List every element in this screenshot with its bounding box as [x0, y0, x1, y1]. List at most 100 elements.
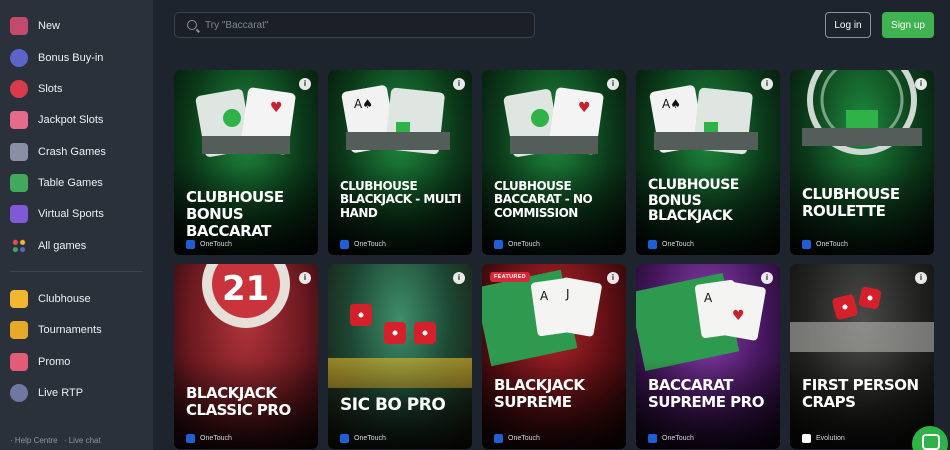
sidebar-item-crash-games[interactable]: Crash Games	[10, 140, 146, 164]
sidebar-item-label: All games	[38, 240, 87, 252]
provider-logo-icon	[186, 434, 195, 443]
search-icon	[187, 20, 197, 30]
sidebar-divider	[10, 271, 143, 272]
info-icon[interactable]: i	[915, 272, 927, 284]
gamepad-icon	[10, 205, 28, 223]
info-icon[interactable]: i	[607, 78, 619, 90]
trophy-icon	[10, 321, 28, 339]
provider-logo-icon	[648, 240, 657, 249]
live-chat-link[interactable]: · Live chat	[64, 436, 101, 445]
svg-text:21: 21	[222, 269, 269, 309]
provider-label: OneTouch	[494, 434, 540, 443]
sidebar-item-label: Live RTP	[38, 387, 84, 399]
sidebar-item-label: Slots	[38, 83, 63, 95]
svg-text:J: J	[565, 287, 570, 301]
svg-text:♥: ♥	[732, 308, 745, 324]
signup-button[interactable]: Sign up	[882, 12, 934, 38]
coin-icon	[10, 49, 28, 67]
sidebar: New Bonus Buy-in Slots Jackpot Slots Cra…	[0, 0, 153, 450]
info-icon[interactable]: i	[453, 78, 465, 90]
jackpot-icon	[10, 111, 28, 129]
sidebar-item-label: Crash Games	[38, 146, 106, 158]
provider-label: OneTouch	[340, 240, 386, 249]
game-title: Sic Bo Pro	[340, 395, 446, 415]
game-title: Clubhouse Baccarat - No Commission	[494, 179, 593, 220]
svg-text:♥: ♥	[578, 100, 591, 116]
game-title: Clubhouse Blackjack - Multi Hand	[340, 179, 461, 220]
provider-logo-icon	[802, 434, 811, 443]
chat-bubble-icon[interactable]	[912, 426, 948, 450]
info-icon[interactable]: i	[607, 272, 619, 284]
game-card-blackjack-classic-pro[interactable]: 21 i Blackjack Classic Pro OneTouch	[174, 264, 318, 449]
game-card-clubhouse-bonus-baccarat[interactable]: ♥ i Clubhouse Bonus Baccarat OneTouch	[174, 70, 318, 255]
provider-label: OneTouch	[648, 240, 694, 249]
rocket-icon	[10, 143, 28, 161]
game-card-baccarat-supreme-pro[interactable]: A ♥ i Baccarat Supreme Pro OneTouch	[636, 264, 780, 449]
provider-logo-icon	[494, 240, 503, 249]
game-card-clubhouse-blackjack-multi-hand[interactable]: A♠ i Clubhouse Blackjack - Multi Hand On…	[328, 70, 472, 255]
login-button[interactable]: Log in	[825, 12, 871, 38]
sidebar-item-jackpot-slots[interactable]: Jackpot Slots	[10, 108, 146, 132]
cherry-icon	[10, 80, 28, 98]
search-bar[interactable]	[174, 12, 535, 38]
featured-badge: FEATURED	[490, 272, 530, 282]
sidebar-item-label: Clubhouse	[38, 293, 91, 305]
sidebar-item-label: Bonus Buy-in	[38, 52, 104, 64]
provider-label: OneTouch	[340, 434, 386, 443]
provider-label: OneTouch	[186, 240, 232, 249]
provider-label: OneTouch	[494, 240, 540, 249]
sidebar-item-clubhouse[interactable]: Clubhouse	[10, 287, 146, 311]
info-icon[interactable]: i	[915, 78, 927, 90]
provider-logo-icon	[494, 434, 503, 443]
sidebar-item-table-games[interactable]: Table Games	[10, 171, 146, 195]
sidebar-item-new[interactable]: New	[10, 14, 146, 38]
game-card-clubhouse-bonus-blackjack[interactable]: A♠ i Clubhouse Bonus Blackjack OneTouch	[636, 70, 780, 255]
provider-logo-icon	[802, 240, 811, 249]
svg-text:♥: ♥	[270, 100, 283, 116]
sidebar-item-all-games[interactable]: All games	[10, 234, 146, 258]
info-icon[interactable]: i	[299, 272, 311, 284]
sidebar-item-label: New	[38, 20, 61, 32]
sidebar-item-label: Promo	[38, 356, 71, 368]
provider-label: OneTouch	[648, 434, 694, 443]
svg-text:A♠: A♠	[354, 97, 373, 111]
gauge-icon	[10, 384, 28, 402]
game-title: Blackjack Classic Pro	[186, 384, 291, 419]
sidebar-item-live-rtp[interactable]: Live RTP	[10, 381, 146, 405]
sidebar-item-label: Tournaments	[38, 324, 102, 336]
sidebar-item-promo[interactable]: Promo	[10, 350, 146, 374]
game-card-clubhouse-baccarat-no-commission[interactable]: ♥ i Clubhouse Baccarat - No Commission O…	[482, 70, 626, 255]
info-icon[interactable]: i	[299, 78, 311, 90]
sidebar-footer-links: · Help Centre · Live chat	[10, 436, 105, 445]
game-title: Clubhouse Bonus Blackjack	[648, 177, 739, 225]
provider-logo-icon	[340, 240, 349, 249]
game-card-first-person-craps[interactable]: i First Person Craps Evolution	[790, 264, 934, 449]
game-card-sic-bo-pro[interactable]: i Sic Bo Pro OneTouch	[328, 264, 472, 449]
sidebar-item-tournaments[interactable]: Tournaments	[10, 318, 146, 342]
crown-icon	[10, 290, 28, 308]
help-centre-link[interactable]: · Help Centre	[10, 436, 58, 445]
game-card-blackjack-supreme[interactable]: A J FEATURED i Blackjack Supreme OneTouc…	[482, 264, 626, 449]
game-title: Blackjack Supreme	[494, 376, 585, 411]
game-card-clubhouse-roulette[interactable]: i Clubhouse Roulette OneTouch	[790, 70, 934, 255]
game-title: First Person Craps	[802, 376, 919, 411]
sidebar-item-label: Table Games	[38, 177, 103, 189]
game-title: Baccarat Supreme Pro	[648, 376, 764, 411]
game-title: Clubhouse Bonus Baccarat	[186, 188, 284, 240]
provider-logo-icon	[340, 434, 349, 443]
game-title: Clubhouse Roulette	[802, 185, 900, 220]
grid-dots-icon	[10, 237, 28, 255]
svg-text:A: A	[540, 289, 549, 303]
sidebar-item-virtual-sports[interactable]: Virtual Sports	[10, 202, 146, 226]
sidebar-item-label: Jackpot Slots	[38, 114, 104, 126]
sidebar-item-slots[interactable]: Slots	[10, 77, 146, 101]
table-icon	[10, 174, 28, 192]
info-icon[interactable]: i	[761, 78, 773, 90]
search-input[interactable]	[205, 19, 505, 31]
sidebar-item-bonus-buy-in[interactable]: Bonus Buy-in	[10, 46, 146, 70]
info-icon[interactable]: i	[453, 272, 465, 284]
provider-label: Evolution	[802, 434, 845, 443]
provider-logo-icon	[648, 434, 657, 443]
provider-label: OneTouch	[186, 434, 232, 443]
info-icon[interactable]: i	[761, 272, 773, 284]
